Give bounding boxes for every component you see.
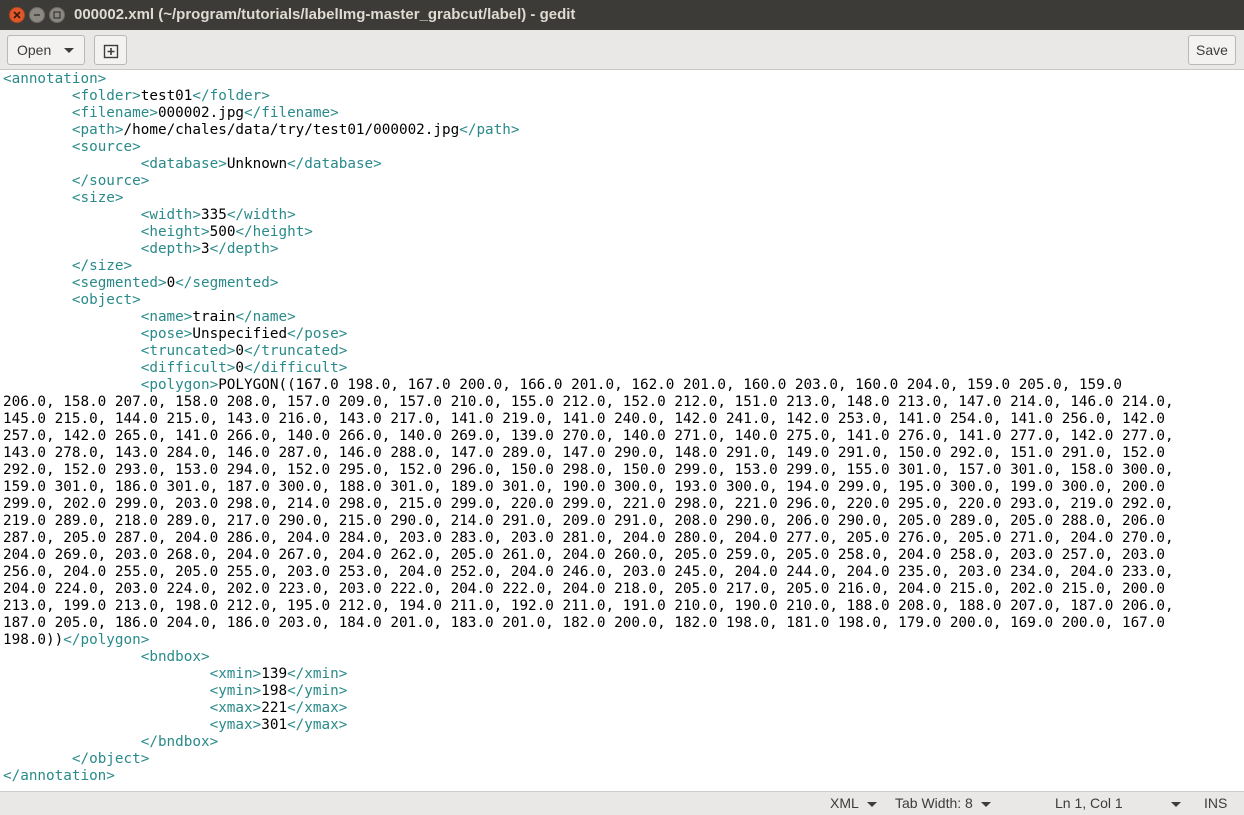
code-line[interactable]: <width>335</width> (3, 207, 1174, 224)
new-tab-icon (103, 44, 119, 59)
code-line[interactable]: <pose>Unspecified</pose> (3, 326, 1174, 343)
code-line[interactable]: </source> (3, 173, 1174, 190)
tab-width-label: Tab Width: 8 (895, 795, 973, 811)
code-line[interactable]: <folder>test01</folder> (3, 88, 1174, 105)
text-editor[interactable]: <annotation> <folder>test01</folder> <fi… (0, 71, 1244, 791)
code-line[interactable]: 159.0 301.0, 186.0 301.0, 187.0 300.0, 1… (3, 479, 1174, 496)
chevron-down-icon[interactable] (1171, 802, 1181, 807)
code-line[interactable]: <ymax>301</ymax> (3, 717, 1174, 734)
code-line[interactable]: <bndbox> (3, 649, 1174, 666)
title-bar: 000002.xml (~/program/tutorials/labelImg… (0, 0, 1244, 30)
code-line[interactable]: <path>/home/chales/data/try/test01/00000… (3, 122, 1174, 139)
code-line[interactable]: 204.0 269.0, 203.0 268.0, 204.0 267.0, 2… (3, 547, 1174, 564)
chevron-down-icon (866, 801, 877, 807)
new-tab-button[interactable] (94, 35, 127, 65)
code-view[interactable]: <annotation> <folder>test01</folder> <fi… (3, 71, 1174, 785)
code-line[interactable]: <annotation> (3, 71, 1174, 88)
code-line[interactable]: 287.0, 205.0 287.0, 204.0 286.0, 204.0 2… (3, 530, 1174, 547)
chevron-down-icon (980, 801, 991, 807)
code-line[interactable]: <database>Unknown</database> (3, 156, 1174, 173)
code-line[interactable]: </size> (3, 258, 1174, 275)
code-line[interactable]: <size> (3, 190, 1174, 207)
code-line[interactable]: <ymin>198</ymin> (3, 683, 1174, 700)
insert-mode: INS (1204, 795, 1227, 811)
close-icon (13, 11, 21, 19)
code-line[interactable]: 206.0, 158.0 207.0, 158.0 208.0, 157.0 2… (3, 394, 1174, 411)
code-line[interactable]: </object> (3, 751, 1174, 768)
cursor-position[interactable]: Ln 1, Col 1 (1055, 795, 1123, 811)
minimize-icon (34, 14, 40, 16)
language-label: XML (830, 795, 859, 811)
code-line[interactable]: <object> (3, 292, 1174, 309)
code-line[interactable]: 145.0 215.0, 144.0 215.0, 143.0 216.0, 1… (3, 411, 1174, 428)
code-line[interactable]: <filename>000002.jpg</filename> (3, 105, 1174, 122)
code-line[interactable]: <segmented>0</segmented> (3, 275, 1174, 292)
save-button-label: Save (1196, 42, 1228, 58)
maximize-window-button[interactable] (49, 7, 65, 23)
code-line[interactable]: 143.0 278.0, 143.0 284.0, 146.0 287.0, 1… (3, 445, 1174, 462)
code-line[interactable]: </annotation> (3, 768, 1174, 785)
code-line[interactable]: 219.0 289.0, 218.0 289.0, 217.0 290.0, 2… (3, 513, 1174, 530)
code-line[interactable]: 292.0, 152.0 293.0, 153.0 294.0, 152.0 2… (3, 462, 1174, 479)
open-button-label: Open (17, 42, 52, 58)
code-line[interactable]: 198.0))</polygon> (3, 632, 1174, 649)
insert-mode-label: INS (1204, 795, 1228, 811)
open-button[interactable]: Open (7, 35, 85, 65)
code-line[interactable]: 187.0 205.0, 186.0 204.0, 186.0 203.0, 1… (3, 615, 1174, 632)
code-line[interactable]: 204.0 224.0, 203.0 224.0, 202.0 223.0, 2… (3, 581, 1174, 598)
code-line[interactable]: <source> (3, 139, 1174, 156)
code-line[interactable]: 213.0, 199.0 213.0, 198.0 212.0, 195.0 2… (3, 598, 1174, 615)
code-line[interactable]: <polygon>POLYGON((167.0 198.0, 167.0 200… (3, 377, 1174, 394)
save-button[interactable]: Save (1188, 35, 1236, 65)
code-line[interactable]: <xmax>221</xmax> (3, 700, 1174, 717)
maximize-icon (53, 11, 61, 19)
code-line[interactable]: <height>500</height> (3, 224, 1174, 241)
language-selector[interactable]: XML (830, 795, 877, 811)
code-line[interactable]: <truncated>0</truncated> (3, 343, 1174, 360)
code-line[interactable]: </bndbox> (3, 734, 1174, 751)
code-line[interactable]: 257.0, 142.0 265.0, 141.0 266.0, 140.0 2… (3, 428, 1174, 445)
code-line[interactable]: <depth>3</depth> (3, 241, 1174, 258)
code-line[interactable]: 299.0, 202.0 299.0, 203.0 298.0, 214.0 2… (3, 496, 1174, 513)
code-line[interactable]: 256.0, 204.0 255.0, 205.0 255.0, 203.0 2… (3, 564, 1174, 581)
cursor-position-label: Ln 1, Col 1 (1055, 795, 1123, 811)
code-line[interactable]: <name>train</name> (3, 309, 1174, 326)
close-window-button[interactable] (9, 7, 25, 23)
status-bar: XML Tab Width: 8 Ln 1, Col 1 INS (0, 791, 1244, 815)
chevron-down-icon (64, 48, 74, 53)
minimize-window-button[interactable] (29, 7, 45, 23)
code-line[interactable]: <difficult>0</difficult> (3, 360, 1174, 377)
code-line[interactable]: <xmin>139</xmin> (3, 666, 1174, 683)
header-bar: Open Save (0, 30, 1244, 70)
tab-width-selector[interactable]: Tab Width: 8 (895, 795, 991, 811)
window-title: 000002.xml (~/program/tutorials/labelImg… (74, 6, 576, 23)
